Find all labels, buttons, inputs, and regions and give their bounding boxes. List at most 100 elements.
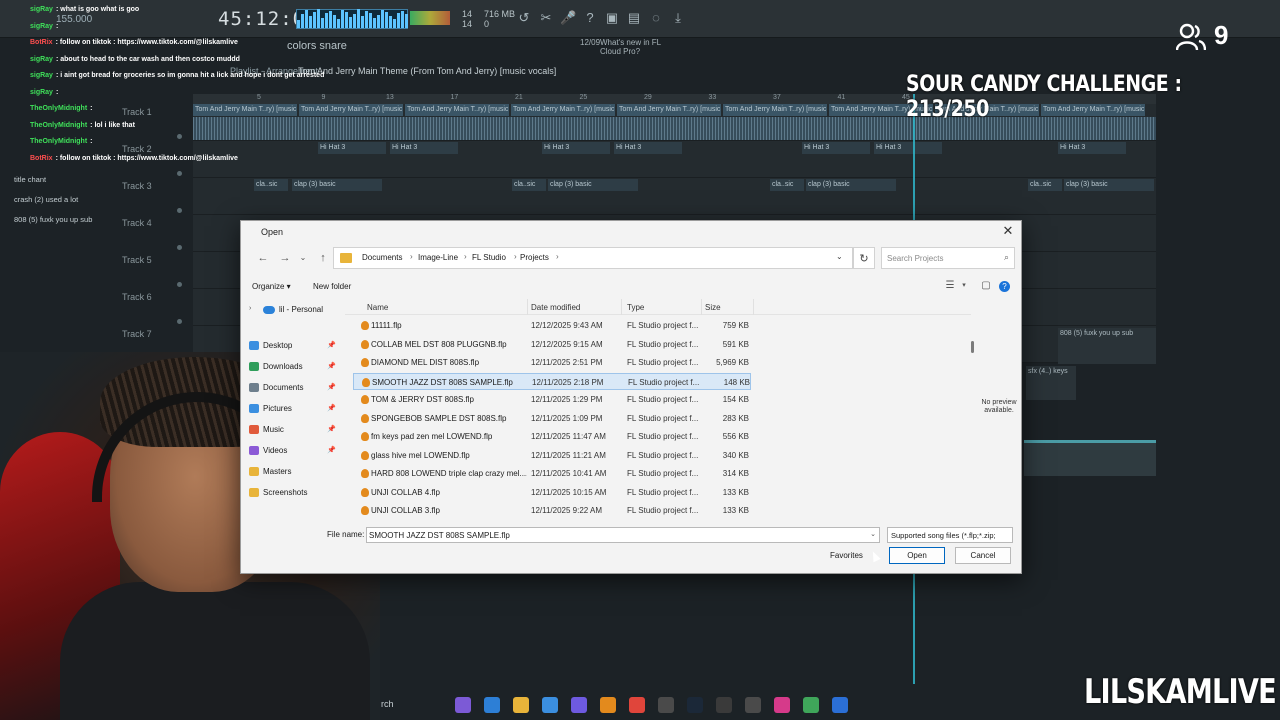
- brave-icon[interactable]: [629, 697, 645, 713]
- clap-clip[interactable]: clap (3) basic: [292, 179, 382, 191]
- crumb-image-line[interactable]: Image-Line: [418, 253, 458, 262]
- hihat-clip[interactable]: Hi Hat 3: [802, 142, 870, 154]
- clap-clip[interactable]: clap (3) basic: [548, 179, 638, 191]
- track-mute-dot[interactable]: [177, 208, 182, 213]
- chat-username[interactable]: BotRix: [30, 155, 53, 162]
- organize-button[interactable]: Organize ▾: [252, 282, 291, 291]
- clip-808-sub[interactable]: 808 (5) fuxk you up sub: [1058, 328, 1156, 364]
- notes-icon[interactable]: [832, 697, 848, 713]
- column-divider[interactable]: [701, 299, 702, 315]
- hihat-clip[interactable]: Hi Hat 3: [542, 142, 610, 154]
- channel-list-item[interactable]: title chant: [14, 170, 92, 190]
- track-label[interactable]: Track 5: [122, 255, 152, 265]
- chevron-down-icon[interactable]: ▾: [957, 279, 971, 293]
- channel-list-item[interactable]: crash (2) used a lot: [14, 190, 92, 210]
- channel-list-item[interactable]: 808 (5) fuxk you up sub: [14, 210, 92, 230]
- pin-icon[interactable]: 📌: [327, 362, 336, 370]
- pin-icon[interactable]: 📌: [327, 425, 336, 433]
- xbox-icon[interactable]: [803, 697, 819, 713]
- up-arrow-icon[interactable]: ↑: [315, 249, 331, 267]
- nav-item[interactable]: Masters: [249, 467, 291, 476]
- nav-item[interactable]: Videos 📌: [249, 446, 336, 455]
- chat-username[interactable]: sigRay: [30, 6, 53, 13]
- clap-clip[interactable]: clap (3) basic: [1064, 179, 1154, 191]
- clap-clip[interactable]: cla..sic: [770, 179, 804, 191]
- vocal-clip[interactable]: Tom And Jerry Main T..ry) [music vocals]: [511, 104, 615, 116]
- pin-icon[interactable]: 📌: [327, 446, 336, 454]
- column-name[interactable]: Name: [367, 303, 388, 312]
- vocal-clip[interactable]: Tom And Jerry Main T..ry) [music vocals]: [405, 104, 509, 116]
- clap-clip[interactable]: cla..sic: [512, 179, 546, 191]
- edge-icon[interactable]: [484, 697, 500, 713]
- news-panel[interactable]: What's new in FL Cloud Pro?: [600, 38, 661, 56]
- steam-icon[interactable]: [687, 697, 703, 713]
- file-row[interactable]: fm keys pad zen mel LOWEND.flp 12/11/2025…: [353, 428, 751, 445]
- hihat-clip[interactable]: Hi Hat 3: [874, 142, 942, 154]
- open-button[interactable]: Open: [889, 547, 945, 564]
- vocal-clip[interactable]: Tom And Jerry Main T..ry) [music vocals]: [617, 104, 721, 116]
- chevron-down-icon[interactable]: ⌄: [870, 530, 876, 538]
- file-row[interactable]: HARD 808 LOWEND triple clap crazy mel...…: [353, 465, 751, 482]
- track-mute-dot[interactable]: [177, 282, 182, 287]
- microphone-icon[interactable]: 🎤: [560, 10, 576, 26]
- clap-clip[interactable]: cla..sic: [1028, 179, 1062, 191]
- 4k-icon[interactable]: [745, 697, 761, 713]
- vocal-clip[interactable]: Tom And Jerry Main T..ry) [music vocals]: [299, 104, 403, 116]
- copilot-icon[interactable]: [455, 697, 471, 713]
- chat-username[interactable]: BotRix: [30, 39, 53, 46]
- chat-username[interactable]: sigRay: [30, 72, 53, 79]
- column-divider[interactable]: [753, 299, 754, 315]
- file-row[interactable]: COLLAB MEL DST 808 PLUGGNB.flp 12/12/2025…: [353, 336, 751, 353]
- hihat-clip[interactable]: Hi Hat 3: [614, 142, 682, 154]
- clap-clip[interactable]: clap (3) basic: [806, 179, 896, 191]
- file-row[interactable]: UNJI COLLAB 3.flp 12/11/2025 9:22 AM FL St…: [353, 502, 751, 519]
- chat-username[interactable]: TheOnlyMidnight: [30, 138, 87, 145]
- crumb-documents[interactable]: Documents: [362, 253, 402, 262]
- chat-username[interactable]: sigRay: [30, 23, 53, 30]
- track-mute-dot[interactable]: [177, 171, 182, 176]
- crumb-fl-studio[interactable]: FL Studio: [472, 253, 506, 262]
- hihat-clip[interactable]: Hi Hat 3: [318, 142, 386, 154]
- file-row[interactable]: UNJI COLLAB 4.flp 12/11/2025 10:15 AM FL S…: [353, 484, 751, 501]
- pianoroll-icon[interactable]: ▤: [626, 10, 642, 26]
- nav-item[interactable]: Desktop 📌: [249, 341, 336, 350]
- forward-arrow-icon[interactable]: →: [277, 249, 293, 267]
- track-mute-dot[interactable]: [177, 245, 182, 250]
- recent-chevron-icon[interactable]: ⌄: [295, 249, 311, 267]
- taskbar-search[interactable]: rch: [381, 699, 394, 709]
- refresh-icon[interactable]: ↻: [853, 247, 875, 269]
- explorer-icon[interactable]: [513, 697, 529, 713]
- chevron-right-icon[interactable]: ›: [249, 305, 251, 312]
- vocal-clip[interactable]: Tom And Jerry Main T..ry) [music vocals]: [723, 104, 827, 116]
- column-divider[interactable]: [621, 299, 622, 315]
- file-row[interactable]: SMOOTH JAZZ DST 808S SAMPLE.flp 12/11/202…: [353, 372, 751, 390]
- new-folder-button[interactable]: New folder: [313, 282, 351, 291]
- download-icon[interactable]: ⤓: [670, 10, 686, 26]
- nav-item[interactable]: Downloads 📌: [249, 362, 336, 371]
- cancel-button[interactable]: Cancel: [955, 547, 1011, 564]
- search-input[interactable]: [887, 252, 995, 264]
- column-type[interactable]: Type: [627, 303, 644, 312]
- chat-icon[interactable]: ◌: [648, 10, 664, 26]
- pin-icon[interactable]: 📌: [327, 383, 336, 391]
- scrollbar-thumb[interactable]: [971, 341, 974, 353]
- store-icon[interactable]: [542, 697, 558, 713]
- chevron-down-icon[interactable]: ⌄: [836, 252, 843, 261]
- nav-item[interactable]: Music 📌: [249, 425, 336, 434]
- filetype-select[interactable]: Supported song files (*.flp;*.zip;: [887, 527, 1013, 543]
- chat-username[interactable]: TheOnlyMidnight: [30, 105, 87, 112]
- nav-item[interactable]: Documents 📌: [249, 383, 336, 392]
- undo-icon[interactable]: ↺: [516, 10, 532, 26]
- file-row[interactable]: TOM & JERRY DST 808S.flp 12/11/2025 1:29 …: [353, 391, 751, 408]
- help-icon[interactable]: ?: [582, 10, 598, 26]
- filename-input[interactable]: [369, 530, 859, 541]
- back-arrow-icon[interactable]: ←: [255, 249, 271, 267]
- nav-item[interactable]: Screenshots: [249, 488, 307, 497]
- nav-item[interactable]: Pictures 📌: [249, 404, 336, 413]
- cut-icon[interactable]: ✂: [538, 10, 554, 26]
- file-row[interactable]: SPONGEBOB SAMPLE DST 808S.flp 12/11/2025 …: [353, 410, 751, 427]
- pin-icon[interactable]: 📌: [327, 341, 336, 349]
- track-label[interactable]: Track 6: [122, 292, 152, 302]
- clap-clip[interactable]: cla..sic: [254, 179, 288, 191]
- close-icon[interactable]: ✕: [1001, 223, 1015, 239]
